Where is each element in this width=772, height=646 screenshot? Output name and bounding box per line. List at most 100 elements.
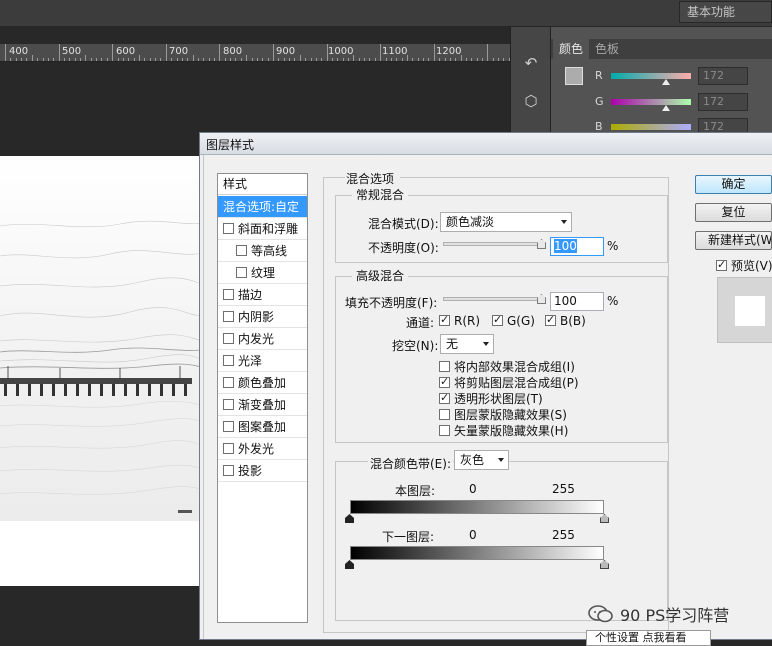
- style-item[interactable]: 光泽: [218, 350, 307, 372]
- ruler-label: 800: [223, 46, 243, 57]
- watermark: 90 PS学习阵营: [588, 602, 729, 628]
- r-value[interactable]: 172: [698, 67, 748, 85]
- style-item[interactable]: 纹理: [218, 262, 307, 284]
- style-checkbox[interactable]: [223, 333, 234, 344]
- option-label: 矢量蒙版隐藏效果(H): [454, 424, 569, 438]
- checkbox-layer-mask-hides[interactable]: [439, 409, 450, 420]
- reset-button[interactable]: 复位: [695, 203, 772, 222]
- option-layer-mask-hides[interactable]: 图层蒙版隐藏效果(S): [439, 406, 567, 423]
- slider-g: G 172: [551, 93, 772, 111]
- slider-label: G: [595, 95, 604, 108]
- style-checkbox[interactable]: [223, 443, 234, 454]
- checkbox-channel-r[interactable]: [439, 313, 450, 326]
- option-label: 将内部效果混合成组(I): [454, 360, 575, 374]
- options-bar: 基本功能: [0, 0, 772, 27]
- checkbox-transparency-shapes[interactable]: [439, 391, 450, 404]
- fill-opacity-label: 填充不透明度(F):: [345, 296, 438, 310]
- r-thumb[interactable]: [662, 79, 670, 85]
- opacity-slider[interactable]: [443, 242, 546, 246]
- option-label: 将剪贴图层混合成组(P): [454, 376, 579, 390]
- b-track[interactable]: [611, 124, 691, 130]
- style-checkbox[interactable]: [223, 399, 234, 410]
- knockout-select[interactable]: 无: [440, 334, 494, 354]
- ruler-label: 500: [62, 46, 82, 57]
- option-blend-clipped[interactable]: 将剪贴图层混合成组(P): [439, 374, 579, 391]
- fill-opacity-input[interactable]: 100: [550, 292, 604, 311]
- canvas-image[interactable]: [0, 156, 208, 586]
- channel-r[interactable]: R(R): [439, 313, 480, 328]
- panel-dock-strip: ↶ ⬡: [510, 27, 550, 137]
- style-item[interactable]: 投影: [218, 460, 307, 482]
- fill-opacity-slider[interactable]: [443, 297, 546, 301]
- style-item[interactable]: 斜面和浮雕: [218, 218, 307, 240]
- g-value[interactable]: 172: [698, 93, 748, 111]
- style-item-label: 内阴影: [238, 310, 275, 324]
- opacity-input[interactable]: 100: [550, 237, 604, 256]
- g-track[interactable]: [611, 99, 691, 105]
- channels-label: 通道:: [406, 316, 435, 330]
- ok-button[interactable]: 确定: [695, 175, 772, 194]
- 3d-cube-icon[interactable]: ⬡: [519, 89, 543, 113]
- style-checkbox[interactable]: [223, 465, 234, 476]
- style-item-label: 外发光: [238, 442, 275, 456]
- color-panel-tabs: 颜色 色板: [551, 39, 772, 59]
- chevron-down-icon: [561, 220, 567, 224]
- preview-option[interactable]: 预览(V): [716, 257, 772, 274]
- chevron-down-icon: [483, 342, 489, 346]
- general-blending-title: 常规混合: [352, 188, 409, 202]
- ruler-label: 600: [116, 46, 136, 57]
- channel-g-label: G(G): [507, 314, 535, 328]
- style-item[interactable]: 图案叠加: [218, 416, 307, 438]
- dialog-titlebar[interactable]: 图层样式: [200, 133, 772, 155]
- horizontal-ruler: 400 500 600 700 800 900 1000 1100 1200: [0, 44, 510, 62]
- style-checkbox[interactable]: [223, 311, 234, 322]
- knockout-label: 挖空(N):: [392, 339, 439, 353]
- checkbox-blend-clipped[interactable]: [439, 375, 450, 388]
- style-item[interactable]: 颜色叠加: [218, 372, 307, 394]
- style-item-label: 纹理: [251, 266, 276, 280]
- style-checkbox[interactable]: [236, 245, 247, 256]
- channel-b[interactable]: B(B): [545, 313, 586, 328]
- checkbox-channel-g[interactable]: [492, 313, 503, 326]
- styles-header: 样式: [218, 174, 307, 195]
- new-style-button[interactable]: 新建样式(W)...: [695, 231, 772, 250]
- style-checkbox[interactable]: [223, 223, 234, 234]
- style-checkbox[interactable]: [223, 421, 234, 432]
- style-item[interactable]: 渐变叠加: [218, 394, 307, 416]
- style-item[interactable]: 外发光: [218, 438, 307, 460]
- blend-mode-label: 混合模式(D):: [368, 217, 439, 231]
- r-track[interactable]: [611, 73, 691, 79]
- style-preview-thumbnail: [717, 277, 772, 343]
- tab-swatches[interactable]: 色板: [589, 39, 625, 59]
- checkbox-preview[interactable]: [716, 258, 727, 271]
- style-checkbox[interactable]: [223, 289, 234, 300]
- checkbox-channel-b[interactable]: [545, 313, 556, 326]
- blend-if-select[interactable]: 灰色: [454, 450, 509, 470]
- style-checkbox[interactable]: [223, 377, 234, 388]
- style-checkbox[interactable]: [236, 267, 247, 278]
- channel-g[interactable]: G(G): [492, 313, 535, 328]
- style-item[interactable]: 描边: [218, 284, 307, 306]
- option-transparency-shapes[interactable]: 透明形状图层(T): [439, 390, 543, 407]
- dialog-title: 图层样式: [206, 138, 255, 152]
- style-item[interactable]: 等高线: [218, 240, 307, 262]
- style-item-label: 投影: [238, 464, 263, 478]
- option-label: 图层蒙版隐藏效果(S): [454, 408, 567, 422]
- tab-color[interactable]: 颜色: [553, 39, 590, 59]
- option-vector-mask-hides[interactable]: 矢量蒙版隐藏效果(H): [439, 422, 568, 439]
- g-thumb[interactable]: [662, 105, 670, 111]
- slider-label: R: [595, 69, 603, 82]
- style-item[interactable]: 内阴影: [218, 306, 307, 328]
- option-blend-interior[interactable]: 将内部效果混合成组(I): [439, 358, 575, 375]
- style-item[interactable]: 内发光: [218, 328, 307, 350]
- blend-mode-select[interactable]: 颜色减淡: [440, 212, 572, 232]
- chevron-down-icon: [498, 458, 504, 462]
- checkbox-blend-interior[interactable]: [439, 361, 450, 372]
- ruler-label: 900: [276, 46, 296, 57]
- checkbox-vector-mask-hides[interactable]: [439, 425, 450, 436]
- style-checkbox[interactable]: [223, 355, 234, 366]
- history-icon[interactable]: ↶: [519, 51, 543, 75]
- workspace-switcher[interactable]: 基本功能: [679, 1, 772, 23]
- style-item[interactable]: 混合选项:自定: [218, 196, 307, 218]
- knockout-value: 无: [446, 337, 459, 351]
